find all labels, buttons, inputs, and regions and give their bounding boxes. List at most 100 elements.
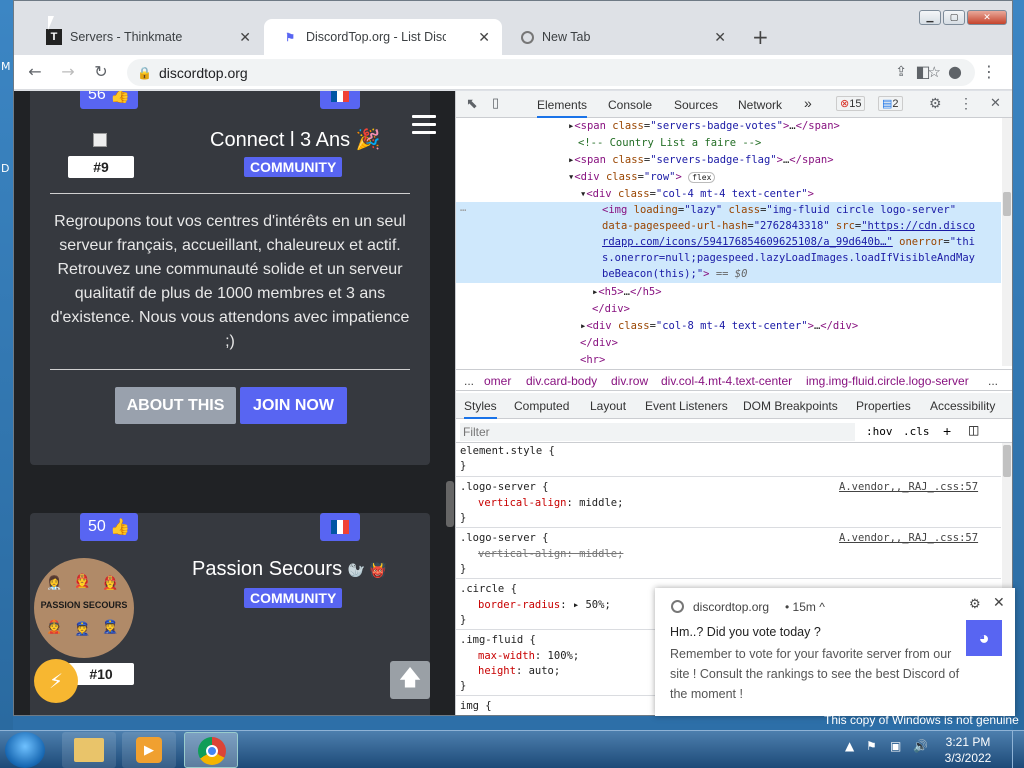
network-icon[interactable]: ▣ — [890, 739, 901, 753]
tab-title: Servers - Thinkmate — [70, 30, 183, 44]
emoji-icons: 🦭 👹 — [347, 562, 387, 578]
tab-accessibility[interactable]: Accessibility — [930, 399, 995, 413]
close-tab-icon[interactable]: ✕ — [478, 29, 490, 46]
tab-title: DiscordTop.org - List Discord ser — [306, 30, 446, 44]
breadcrumb-item[interactable]: div.col-4.mt-4.text-center — [661, 374, 792, 388]
tab-properties[interactable]: Properties — [856, 399, 911, 413]
breadcrumb-item[interactable]: div.row — [611, 374, 648, 388]
tab-event-listeners[interactable]: Event Listeners — [645, 399, 728, 413]
dom-line[interactable]: <!-- Country List a faire --> — [578, 137, 761, 149]
close-devtools-icon[interactable]: ✕ — [990, 95, 1001, 111]
category-badge[interactable]: COMMUNITY — [244, 157, 343, 177]
thumbs-up-icon: 👍 — [110, 519, 131, 536]
dom-line[interactable]: ▸<h5>…</h5> — [592, 286, 662, 298]
inspect-element-icon[interactable]: ⬉ — [466, 95, 478, 112]
message-icon: ▤ — [882, 98, 893, 110]
about-this-button[interactable]: ABOUT THIS — [115, 387, 236, 424]
breadcrumb-item[interactable]: div.card-body — [526, 374, 597, 388]
scroll-to-top-button[interactable]: 🡅 — [390, 661, 430, 699]
action-center-flag-icon[interactable]: ⚑ — [866, 739, 877, 753]
close-tab-icon[interactable]: ✕ — [239, 29, 251, 46]
class-toggle[interactable]: .cls — [903, 425, 930, 438]
devtools-tabs: ⬉ ▯ Elements Console Sources Network » ⊗… — [456, 91, 1012, 118]
flex-badge[interactable]: flex — [688, 172, 716, 183]
tab-layout[interactable]: Layout — [590, 399, 626, 413]
toggle-sidebar-icon[interactable]: ◫ — [968, 423, 979, 437]
dom-line[interactable]: ▸<div class="col-8 mt-4 text-center">…</… — [580, 320, 858, 332]
chrome-taskbar-button[interactable] — [184, 732, 238, 768]
device-toolbar-icon[interactable]: ▯ — [492, 95, 499, 111]
devtools-menu-icon[interactable]: ⋮ — [959, 95, 973, 112]
dom-line[interactable]: <hr> — [580, 354, 605, 366]
rank-label: #9 — [68, 156, 134, 178]
dom-scrollbar[interactable] — [1002, 118, 1012, 366]
dom-line[interactable]: ▸<span class="servers-badge-votes">…</sp… — [568, 120, 840, 132]
dom-line[interactable]: </div> — [580, 337, 618, 349]
browser-toolbar: ← → ↻ 🔒 discordtop.org ⇪ ☆ ◧ ● ⋮ — [14, 55, 1012, 90]
hover-state-toggle[interactable]: :hov — [866, 425, 893, 438]
close-tab-icon[interactable]: ✕ — [714, 29, 726, 46]
show-hidden-icons-icon[interactable]: ▲ — [845, 739, 854, 753]
dom-line[interactable]: ▾<div class="row"> flex — [568, 171, 716, 183]
source-link[interactable]: A.vendor,,_RAJ_.css:57 — [839, 481, 978, 493]
boost-badge-icon: ⚡ — [34, 659, 78, 703]
settings-gear-icon[interactable]: ⚙ — [929, 95, 942, 112]
notification-time[interactable]: • 15m ^ — [785, 600, 825, 614]
notification-close-icon[interactable]: ✕ — [993, 594, 1005, 611]
join-now-button[interactable]: JOIN NOW — [240, 387, 347, 424]
vote-count[interactable]: 56 👍 — [80, 91, 139, 109]
tab-styles[interactable]: Styles — [464, 399, 497, 419]
dom-line[interactable]: </div> — [592, 303, 630, 315]
tab-computed[interactable]: Computed — [514, 399, 569, 413]
styles-filter-input[interactable] — [460, 423, 855, 441]
source-link[interactable]: A.vendor,,_RAJ_.css:57 — [839, 532, 978, 544]
tab-discordtop[interactable]: ⚑ DiscordTop.org - List Discord ser ✕ — [264, 19, 502, 55]
page-scrollbar[interactable] — [446, 481, 454, 527]
side-panel-icon[interactable]: ◧ — [912, 62, 934, 81]
vote-count[interactable]: 50 👍 — [80, 513, 139, 541]
media-player-taskbar-button[interactable]: ▶ — [122, 732, 176, 768]
close-window-button[interactable]: ✕ — [967, 10, 1007, 25]
start-button[interactable] — [5, 732, 45, 768]
category-badge[interactable]: COMMUNITY — [244, 588, 343, 608]
dom-line[interactable]: ▸<span class="servers-badge-flag">…</spa… — [568, 154, 834, 166]
explorer-taskbar-button[interactable] — [62, 732, 116, 768]
address-bar[interactable]: 🔒 discordtop.org ⇪ ☆ — [127, 59, 975, 86]
menu-kebab-icon[interactable]: ⋮ — [978, 62, 1000, 81]
divider — [50, 193, 410, 194]
minimize-button[interactable]: ▁ — [919, 10, 941, 25]
breadcrumb-item[interactable]: ... — [464, 374, 474, 388]
tab-new-tab[interactable]: New Tab ✕ — [503, 19, 738, 55]
back-icon[interactable]: ← — [24, 62, 46, 81]
system-clock[interactable]: 3:21 PM 3/3/2022 — [938, 734, 998, 766]
share-icon[interactable]: ⇪ — [895, 64, 907, 80]
chrome-notification[interactable]: discordtop.org • 15m ^ ⚙ ✕ Hm..? Did you… — [655, 588, 1015, 716]
media-player-icon: ▶ — [136, 737, 162, 763]
lock-icon: 🔒 — [137, 65, 152, 80]
new-tab-icon[interactable]: + — [752, 25, 769, 49]
error-count-badge[interactable]: ⊗15 — [836, 96, 866, 111]
tab-sources[interactable]: Sources — [674, 98, 718, 112]
tab-network[interactable]: Network — [738, 98, 782, 112]
breadcrumb-item[interactable]: omer — [484, 374, 511, 388]
volume-icon[interactable]: 🔊 — [913, 739, 928, 753]
hamburger-menu-icon[interactable] — [412, 115, 436, 135]
new-style-rule-icon[interactable]: + — [943, 423, 951, 439]
tab-dom-breakpoints[interactable]: DOM Breakpoints — [743, 399, 838, 413]
show-desktop-button[interactable] — [1012, 731, 1024, 768]
tab-servers-thinkmate[interactable]: T Servers - Thinkmate ✕ — [28, 19, 263, 55]
maximize-button[interactable]: ▢ — [943, 10, 965, 25]
more-tabs-icon[interactable]: » — [804, 95, 812, 111]
tab-console[interactable]: Console — [608, 98, 652, 112]
notification-settings-icon[interactable]: ⚙ — [969, 596, 981, 612]
dom-line[interactable]: ▾<div class="col-4 mt-4 text-center"> — [580, 188, 814, 200]
message-count-badge[interactable]: ▤2 — [878, 96, 903, 111]
profile-avatar-icon[interactable]: ● — [944, 62, 966, 81]
forward-icon[interactable]: → — [57, 62, 79, 81]
dom-tree[interactable]: ▸<span class="servers-badge-votes">…</sp… — [456, 118, 1001, 366]
breadcrumb-item[interactable]: img.img-fluid.circle.logo-server — [806, 374, 969, 388]
tab-elements[interactable]: Elements — [537, 98, 588, 118]
reload-icon[interactable]: ↻ — [90, 62, 112, 81]
breadcrumb-item[interactable]: ... — [988, 374, 998, 388]
dom-line[interactable]: <img loading="lazy" class="img-fluid cir… — [602, 204, 956, 216]
